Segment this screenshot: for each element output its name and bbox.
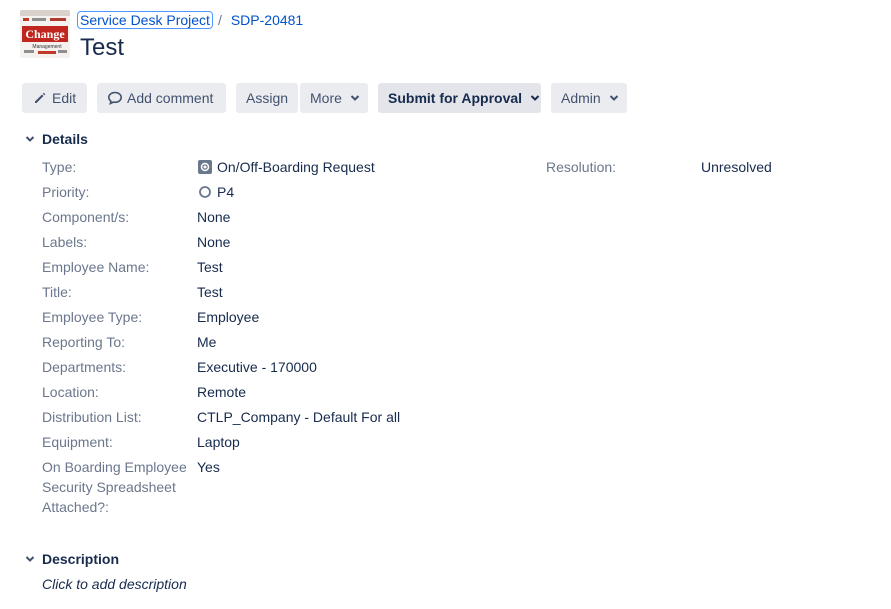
pencil-icon [32,90,48,106]
project-avatar[interactable]: Change Management [20,10,70,58]
request-type-icon [197,159,213,175]
field-value-labels[interactable]: None [197,232,230,252]
field-label-components: Component/s: [42,209,130,225]
field-label-employee-type: Employee Type: [42,309,143,325]
field-label-security-spreadsheet: On Boarding Employee Security Spreadshee… [42,457,187,517]
add-comment-button-label: Add comment [127,90,214,106]
field-label-type: Type: [42,159,77,175]
chevron-down-icon [350,92,360,104]
field-label-employee-name: Employee Name: [42,259,150,275]
field-value-employee-name[interactable]: Test [197,257,223,277]
field-label-line: Attached?: [42,499,109,515]
field-value-security-spreadsheet[interactable]: Yes [197,457,220,477]
description-heading: Description [42,551,120,567]
details-heading: Details [42,131,88,147]
field-label-location: Location: [42,384,99,400]
breadcrumb-separator: / [217,12,222,28]
assign-button-label: Assign [246,90,289,106]
chevron-down-icon [609,92,619,104]
field-label-title: Title: [42,284,72,300]
field-value-distribution-list[interactable]: CTLP_Company - Default For all [197,407,400,427]
field-label-distribution-list: Distribution List: [42,409,142,425]
field-label-labels: Labels: [42,234,88,250]
field-value-resolution: Unresolved [701,159,772,175]
field-value-type: On/Off-Boarding Request [197,157,375,177]
submit-for-approval-button[interactable]: Submit for Approval [378,83,541,113]
chevron-down-icon [530,92,540,104]
chevron-down-icon [22,131,38,147]
avatar-text-top: Change [25,27,65,41]
field-value-priority[interactable]: P4 [197,182,234,202]
edit-button-label: Edit [52,90,77,106]
field-value-equipment[interactable]: Laptop [197,432,240,452]
field-value-priority-text: P4 [217,184,235,200]
field-value-title[interactable]: Test [197,282,223,302]
breadcrumb-issue-key-link[interactable]: SDP-20481 [230,12,304,28]
field-value-type-text: On/Off-Boarding Request [217,159,375,175]
assign-button[interactable]: Assign [236,83,298,113]
field-label-departments: Departments: [42,359,127,375]
details-section-toggle[interactable]: Details [22,129,88,149]
field-value-departments[interactable]: Executive - 170000 [197,357,317,377]
add-comment-button[interactable]: Add comment [97,83,226,113]
admin-button[interactable]: Admin [551,83,627,113]
field-value-reporting-to[interactable]: Me [197,332,216,352]
description-placeholder[interactable]: Click to add description [42,574,187,594]
field-label-line: Security Spreadsheet [42,479,176,495]
avatar-text-bottom: Management [32,44,62,50]
comment-icon [107,90,123,106]
field-label-resolution: Resolution: [546,159,617,175]
edit-button[interactable]: Edit [22,83,87,113]
chevron-down-icon [22,551,38,567]
field-label-equipment: Equipment: [42,434,113,450]
field-label-priority: Priority: [42,184,90,200]
priority-circle-icon [197,184,213,200]
more-button[interactable]: More [300,83,368,113]
description-section-toggle[interactable]: Description [22,549,119,569]
submit-for-approval-label: Submit for Approval [388,90,523,106]
admin-button-label: Admin [561,90,601,106]
breadcrumb: Service Desk Project / SDP-20481 [77,10,304,30]
breadcrumb-project-link[interactable]: Service Desk Project [77,11,213,29]
field-value-location[interactable]: Remote [197,382,246,402]
field-value-components[interactable]: None [197,207,230,227]
field-label-line: On Boarding Employee [42,459,187,475]
more-button-label: More [310,90,342,106]
page-title[interactable]: Test [80,34,124,62]
field-label-reporting-to: Reporting To: [42,334,126,350]
field-value-employee-type[interactable]: Employee [197,307,259,327]
